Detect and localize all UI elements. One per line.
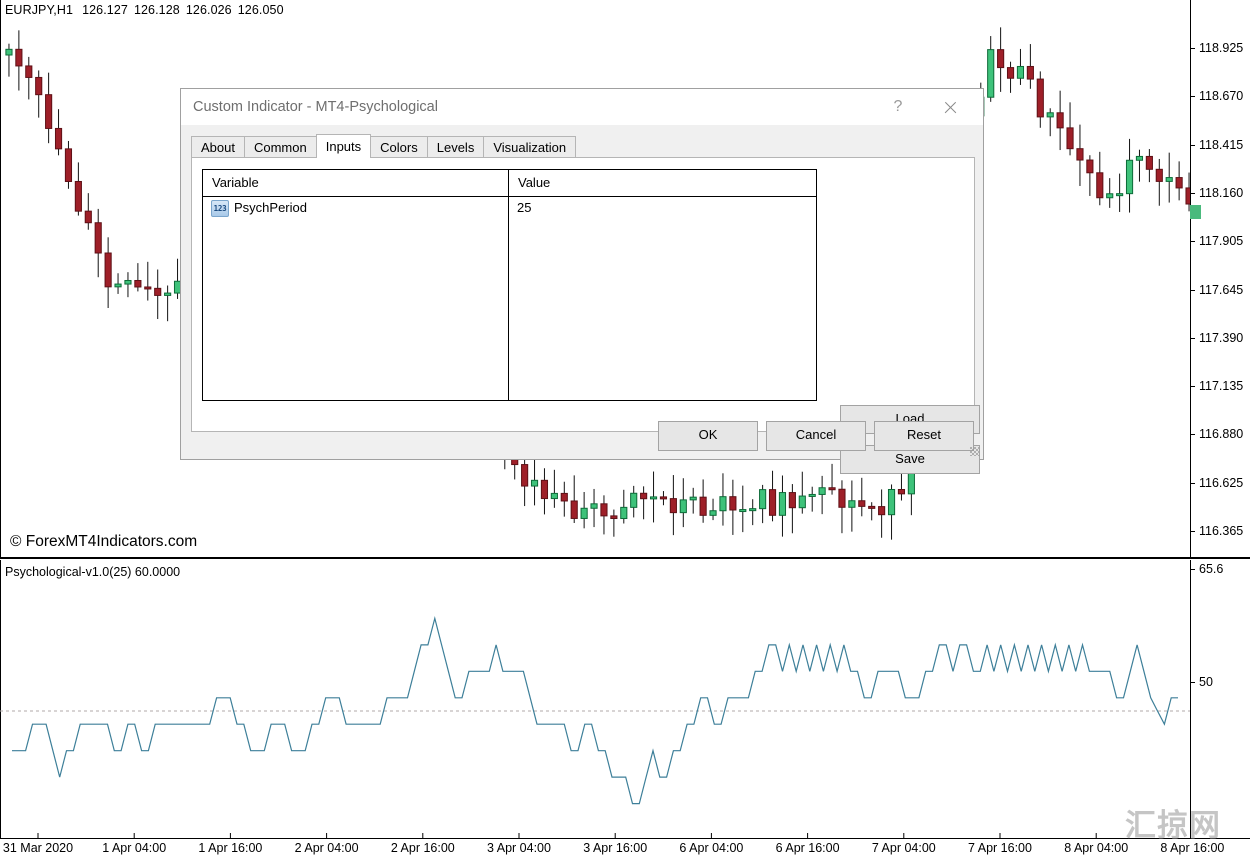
mt4-chart-window: 118.925 118.670 118.415 118.160 117.905 117.6… — [0, 0, 1250, 860]
indicator-scale-label: 50 — [1199, 675, 1213, 689]
table-row[interactable]: 123 PsychPeriod 25 — [203, 196, 816, 220]
tab-inputs[interactable]: Inputs — [316, 134, 371, 158]
custom-indicator-dialog[interactable]: Custom Indicator - MT4-Psychological ? A… — [180, 88, 984, 460]
tab-colors[interactable]: Colors — [370, 136, 428, 158]
cancel-button[interactable]: Cancel — [766, 421, 866, 451]
current-price-marker — [1190, 205, 1201, 219]
price-scale-tick — [1190, 483, 1195, 484]
price-scale-tick — [1190, 96, 1195, 97]
symbol-quote-line: EURJPY,H1 126.127 126.128 126.026 126.050 — [5, 3, 290, 17]
indicator-scale-separator — [1190, 560, 1191, 838]
indicator-scale-label: 65.6 — [1199, 562, 1223, 576]
time-axis-label: 8 Apr 04:00 — [1064, 841, 1128, 855]
time-axis-label: 8 Apr 16:00 — [1160, 841, 1224, 855]
time-axis-label: 31 Mar 2020 — [3, 841, 73, 855]
tab-common[interactable]: Common — [244, 136, 317, 158]
tab-visualization[interactable]: Visualization — [483, 136, 576, 158]
tab-levels[interactable]: Levels — [427, 136, 485, 158]
psychological-line-series — [0, 560, 1190, 838]
time-axis-label: 7 Apr 16:00 — [968, 841, 1032, 855]
close-icon — [943, 100, 958, 115]
time-axis-label: 3 Apr 04:00 — [487, 841, 551, 855]
inputs-grid-header: Variable Value — [203, 170, 816, 197]
column-header-variable-label: Variable — [212, 175, 259, 190]
dialog-titlebar[interactable]: Custom Indicator - MT4-Psychological ? — [181, 89, 983, 125]
quote-0: 126.127 — [82, 3, 128, 17]
time-axis-label: 6 Apr 16:00 — [776, 841, 840, 855]
question-mark-icon: ? — [894, 99, 903, 115]
price-scale-label: 118.415 — [1199, 138, 1243, 152]
time-axis-label: 2 Apr 04:00 — [295, 841, 359, 855]
dialog-tabstrip[interactable]: AboutCommonInputsColorsLevelsVisualizati… — [191, 136, 575, 158]
price-scale-tick — [1190, 241, 1195, 242]
price-scale-separator — [1190, 0, 1191, 558]
tab-about[interactable]: About — [191, 136, 245, 158]
price-scale-label: 118.160 — [1199, 186, 1243, 200]
inputs-grid[interactable]: Variable Value 123 PsychPeriod 25 — [202, 169, 817, 401]
price-scale-tick — [1190, 145, 1195, 146]
price-scale-label: 117.645 — [1199, 283, 1243, 297]
resize-grip-icon[interactable] — [970, 447, 979, 456]
price-scale-tick — [1190, 338, 1195, 339]
column-header-value-label: Value — [518, 175, 550, 190]
indicator-name-label: Psychological-v1.0(25) 60.0000 — [5, 565, 180, 579]
price-scale-tick — [1190, 531, 1195, 532]
price-scale-label: 118.925 — [1199, 41, 1243, 55]
price-scale-tick — [1190, 386, 1195, 387]
indicator-scale-tick — [1190, 569, 1195, 570]
time-axis-label: 6 Apr 04:00 — [679, 841, 743, 855]
time-axis-label: 1 Apr 16:00 — [198, 841, 262, 855]
time-axis-label: 3 Apr 16:00 — [583, 841, 647, 855]
help-button[interactable]: ? — [875, 89, 921, 125]
number-variable-icon: 123 — [211, 200, 229, 217]
time-axis-label: 2 Apr 16:00 — [391, 841, 455, 855]
price-scale-label: 116.880 — [1199, 427, 1243, 441]
price-scale-label: 117.135 — [1199, 379, 1243, 393]
symbol-label: EURJPY,H1 — [5, 3, 73, 17]
inputs-tab-panel: Variable Value 123 PsychPeriod 25 Load S… — [191, 157, 975, 432]
reset-button[interactable]: Reset — [874, 421, 974, 451]
price-scale-label: 117.905 — [1199, 234, 1243, 248]
variable-value-cell[interactable]: 25 — [517, 200, 531, 215]
copyright-watermark: © ForexMT4Indicators.com — [10, 533, 197, 551]
price-scale-label: 116.625 — [1199, 476, 1243, 490]
price-scale-tick — [1190, 290, 1195, 291]
indicator-scale[interactable]: 65.6 50 — [1190, 560, 1250, 838]
variable-name-cell: PsychPeriod — [234, 200, 307, 215]
indicator-scale-tick — [1190, 682, 1195, 683]
close-button[interactable] — [927, 89, 973, 125]
price-scale-tick — [1190, 193, 1195, 194]
quote-3: 126.050 — [238, 3, 284, 17]
column-header-value[interactable]: Value — [508, 170, 816, 196]
price-scale-label: 116.365 — [1199, 524, 1243, 538]
indicator-subwindow-pane[interactable]: 65.6 50 — [0, 560, 1250, 860]
dialog-title: Custom Indicator - MT4-Psychological — [193, 99, 438, 115]
time-axis-label: 1 Apr 04:00 — [102, 841, 166, 855]
grid-column-splitter[interactable] — [508, 196, 509, 400]
quote-2: 126.026 — [186, 3, 232, 17]
pane-divider[interactable] — [0, 557, 1250, 559]
time-axis-label: 7 Apr 04:00 — [872, 841, 936, 855]
ok-button[interactable]: OK — [658, 421, 758, 451]
quote-1: 126.128 — [134, 3, 180, 17]
column-header-variable[interactable]: Variable — [203, 170, 508, 196]
price-scale-tick — [1190, 434, 1195, 435]
price-scale-label: 118.670 — [1199, 89, 1243, 103]
price-scale-label: 117.390 — [1199, 331, 1243, 345]
price-scale[interactable]: 118.925 118.670 118.415 118.160 117.905 117.6… — [1190, 0, 1250, 558]
price-scale-tick — [1190, 48, 1195, 49]
time-axis: 31 Mar 2020 1 Apr 04:00 1 Apr 16:00 2 Apr 0… — [0, 839, 1190, 860]
